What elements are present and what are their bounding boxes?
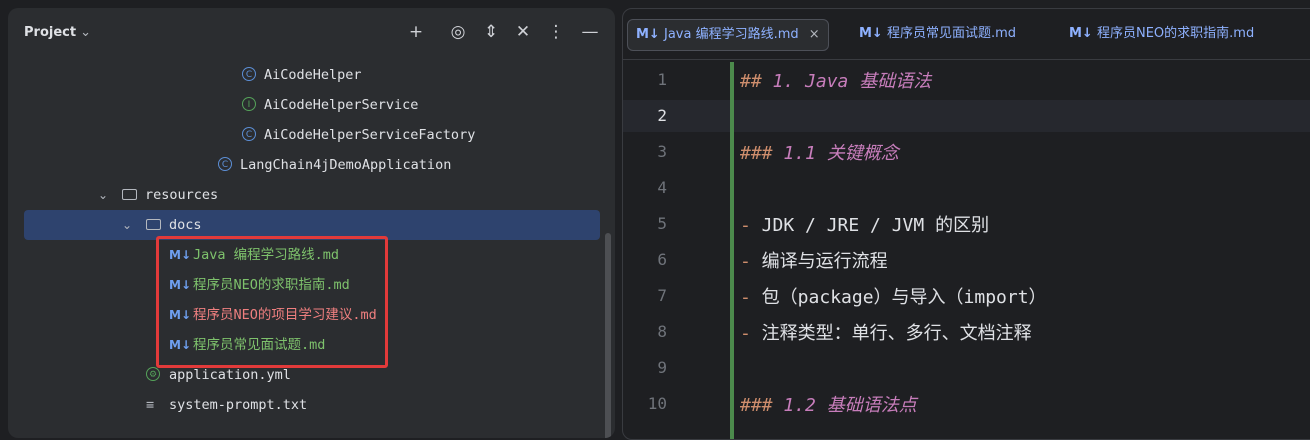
tree-item-aicodehelperservice[interactable]: I AiCodeHelperService: [24, 90, 600, 120]
tab-label: 程序员常见面试题.md: [886, 26, 1017, 41]
line-number: 8: [657, 322, 667, 341]
code-line-7[interactable]: - 包（package）与导入（import）: [740, 283, 1047, 309]
code-line-8[interactable]: - 注释类型：单行、多行、文档注释: [740, 319, 1032, 345]
editor-panel: M↓ Java 编程学习路线.md × M↓ 程序员常见面试题.md M↓ 程序…: [622, 8, 1310, 440]
chevron-down-icon[interactable]: ⌄: [122, 210, 132, 240]
list-text: 包（package）与导入（import）: [750, 287, 1047, 308]
collapse-all-icon[interactable]: ✕: [513, 22, 533, 42]
line-number: 2: [657, 106, 667, 125]
code-line-5[interactable]: - JDK / JRE / JVM 的区别: [740, 211, 989, 237]
line-number: 10: [647, 394, 667, 413]
tab-label: Java 编程学习路线.md: [663, 27, 799, 42]
current-line-highlight: [623, 100, 1310, 132]
expand-all-icon[interactable]: ⇕: [481, 22, 501, 42]
folder-icon: [122, 189, 137, 200]
project-title[interactable]: Project ⌄: [24, 25, 91, 40]
chevron-down-icon[interactable]: ⌄: [80, 25, 91, 40]
tree-item-langchain4jdemoapplication[interactable]: C LangChain4jDemoApplication: [24, 150, 600, 180]
tree-item-aicodehelper[interactable]: C AiCodeHelper: [24, 60, 600, 90]
tab-java-roadmap[interactable]: M↓ Java 编程学习路线.md ×: [627, 19, 829, 51]
close-icon[interactable]: ×: [809, 27, 820, 42]
tree-item-label: AiCodeHelper: [264, 67, 362, 83]
annotation-highlight-box: [156, 236, 388, 368]
line-number: 3: [657, 142, 667, 161]
yaml-config-icon: ⚙: [146, 367, 160, 381]
markdown-icon: M↓: [636, 27, 660, 42]
tree-item-label: AiCodeHelperService: [264, 97, 419, 113]
tree-item-label: LangChain4jDemoApplication: [240, 157, 452, 173]
heading-marker: ###: [740, 143, 773, 164]
heading-marker: ###: [740, 395, 773, 416]
tab-interview-questions[interactable]: M↓ 程序员常见面试题.md: [851, 19, 1024, 49]
scrollbar[interactable]: [605, 233, 611, 438]
heading-text: 1.2 基础语法点: [772, 395, 917, 416]
more-options-icon[interactable]: ⋮: [546, 22, 566, 42]
tree-item-aicodehelperservicefactory[interactable]: C AiCodeHelperServiceFactory: [24, 120, 600, 150]
line-number: 5: [657, 214, 667, 233]
minimize-icon[interactable]: —: [580, 22, 600, 42]
chevron-down-icon[interactable]: ⌄: [98, 180, 108, 210]
list-bullet: -: [740, 215, 751, 236]
text-file-icon: ≡: [146, 397, 155, 413]
tree-item-resources[interactable]: ⌄ resources: [24, 180, 600, 210]
tab-job-guide[interactable]: M↓ 程序员NEO的求职指南.md: [1061, 19, 1262, 49]
markdown-icon: M↓: [859, 26, 883, 41]
line-number: 6: [657, 250, 667, 269]
project-panel: Project ⌄ + ◎ ⇕ ✕ ⋮ — C AiCodeHelper I Ai…: [8, 8, 615, 438]
list-text: 编译与运行流程: [750, 251, 888, 272]
tree-item-label: system-prompt.txt: [169, 397, 308, 413]
vcs-added-marker: [730, 62, 734, 439]
list-bullet: -: [740, 323, 751, 344]
tab-divider: [623, 59, 1310, 60]
tab-label: 程序员NEO的求职指南.md: [1096, 26, 1255, 41]
list-bullet: -: [740, 251, 751, 272]
list-bullet: -: [740, 287, 751, 308]
markdown-icon: M↓: [1069, 26, 1093, 41]
code-line-3[interactable]: ### 1.1 关键概念: [740, 139, 899, 165]
line-number: 9: [657, 358, 667, 377]
code-line-1[interactable]: ## 1. Java 基础语法: [740, 67, 931, 93]
add-icon[interactable]: +: [406, 22, 426, 42]
project-title-label: Project: [24, 25, 77, 40]
line-number: 7: [657, 286, 667, 305]
locate-icon[interactable]: ◎: [448, 22, 468, 42]
interface-icon: I: [242, 97, 256, 111]
tree-item-label: AiCodeHelperServiceFactory: [264, 127, 476, 143]
heading-marker: ##: [740, 71, 762, 92]
heading-text: 1. Java 基础语法: [761, 71, 932, 92]
list-text: JDK / JRE / JVM 的区别: [750, 215, 990, 236]
tree-item-system-prompt[interactable]: ≡ system-prompt.txt: [24, 390, 600, 420]
application-class-icon: C: [218, 157, 232, 171]
class-icon: C: [242, 127, 256, 141]
class-icon: C: [242, 67, 256, 81]
heading-text: 1.1 关键概念: [772, 143, 899, 164]
line-number: 1: [657, 70, 667, 89]
list-text: 注释类型：单行、多行、文档注释: [750, 323, 1032, 344]
code-line-10[interactable]: ### 1.2 基础语法点: [740, 391, 917, 417]
tree-item-label: resources: [145, 187, 219, 203]
code-line-6[interactable]: - 编译与运行流程: [740, 247, 888, 273]
folder-icon: [146, 219, 161, 230]
line-number: 4: [657, 178, 667, 197]
